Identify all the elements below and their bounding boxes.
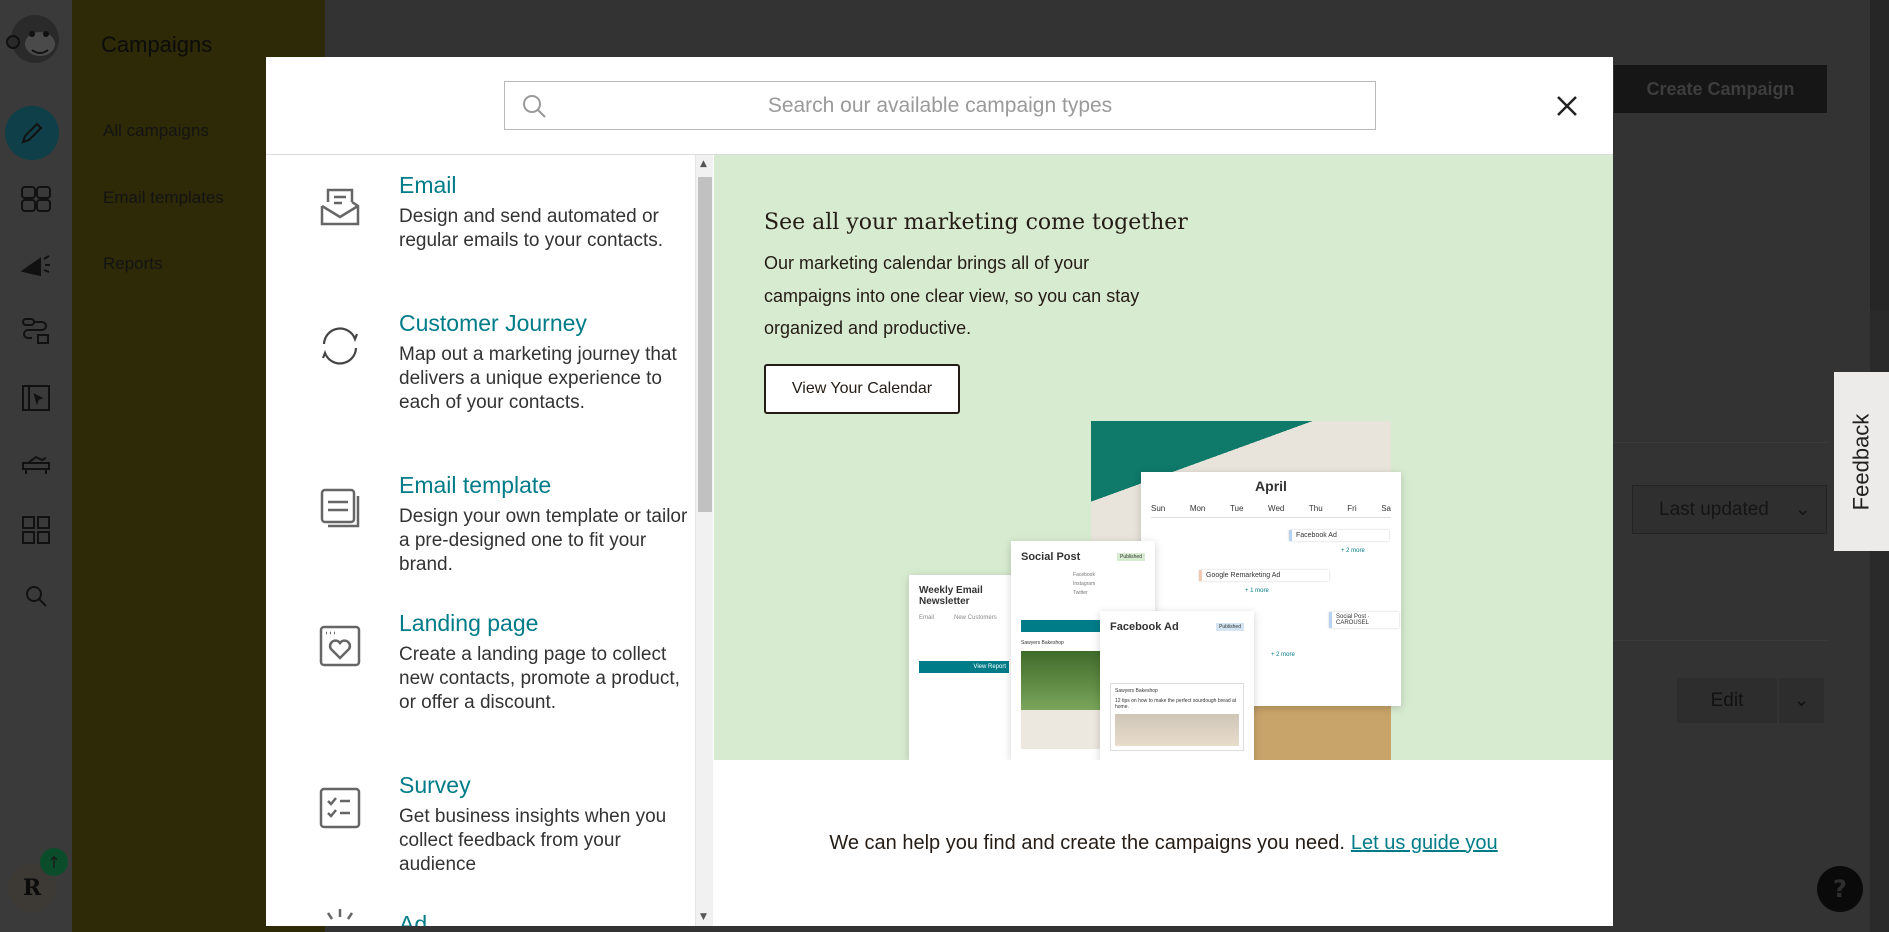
envelope-icon [320, 188, 360, 226]
card-button: View Report [919, 661, 1009, 673]
search-icon[interactable] [14, 574, 58, 618]
status-badge: Published [1216, 623, 1244, 631]
feedback-tab[interactable]: Feedback [1834, 372, 1889, 551]
campaign-type-modal: Email Design and send automated or regul… [266, 57, 1613, 926]
sort-select[interactable]: Last updated ⌄ [1632, 485, 1827, 534]
more-label: + 2 more [1271, 652, 1295, 658]
event: Google Remarketing Ad [1199, 570, 1329, 581]
feedback-label: Feedback [1848, 413, 1874, 510]
list-scrollbar-thumb[interactable] [698, 177, 712, 512]
calendar-promo: See all your marketing come together Our… [714, 155, 1613, 760]
card-text: 12 tips on how to make the perfect sourd… [1115, 698, 1237, 710]
pencil-icon[interactable] [5, 106, 59, 160]
card-title: Facebook Ad [1110, 621, 1179, 633]
card-audience: New Customers [954, 615, 997, 621]
network: Twitter [1073, 590, 1088, 596]
template-stack-icon [320, 488, 360, 528]
item-title: Email [399, 172, 457, 198]
more-label: + 2 more [1341, 548, 1365, 554]
content-studio-icon[interactable] [14, 442, 58, 486]
newsletter-card: Weekly Email Newsletter Email New Custome… [909, 575, 1019, 760]
view-calendar-button[interactable]: View Your Calendar [764, 364, 960, 414]
edit-button-group: Edit ⌄ [1677, 678, 1824, 723]
bread-photo [1115, 714, 1239, 746]
scroll-down-arrow-icon[interactable]: ▼ [700, 912, 707, 922]
mailchimp-logo[interactable] [4, 6, 66, 68]
item-title: Email template [399, 472, 552, 498]
refresh-cycle-icon [321, 327, 359, 365]
sidebar-item-email-templates[interactable]: Email templates [103, 188, 224, 208]
help-button[interactable]: ? [1817, 866, 1863, 912]
heart-page-icon [319, 625, 361, 667]
sparkle-icon [326, 909, 354, 920]
megaphone-icon[interactable] [14, 243, 58, 287]
divider [1613, 442, 1828, 443]
guide-prompt: We can help you find and create the camp… [714, 760, 1613, 926]
item-description: Map out a marketing journey that deliver… [399, 344, 677, 413]
item-title: Landing page [399, 610, 539, 636]
more-label: + 1 more [1245, 588, 1269, 594]
automations-icon[interactable] [14, 309, 58, 353]
item-title: Customer Journey [399, 310, 587, 336]
modal-header [266, 57, 1613, 155]
event: Facebook Ad [1289, 530, 1389, 541]
item-description: Create a landing page to collect new con… [399, 644, 680, 713]
guide-text: We can help you find and create the camp… [829, 831, 1345, 854]
facebook-ad-card: Facebook Ad Published Sawyers Bakeshop 12… [1100, 611, 1254, 760]
audience-icon[interactable] [14, 177, 58, 221]
event: Social Post · CAROUSEL [1329, 612, 1399, 628]
card-brand: Sawyers Bakeshop [1115, 688, 1158, 694]
card-title: Weekly Email Newsletter [919, 585, 983, 607]
search-input[interactable] [505, 82, 1375, 129]
search-icon [523, 95, 546, 118]
network: Facebook [1073, 572, 1095, 578]
upgrade-arrow-icon[interactable]: ↑ [40, 848, 68, 876]
scroll-up-arrow-icon[interactable]: ▲ [700, 159, 707, 169]
day: Thu [1308, 504, 1323, 513]
checklist-icon [319, 787, 361, 829]
day: Fri [1347, 504, 1357, 513]
sidebar-item-all-campaigns[interactable]: All campaigns [103, 121, 209, 141]
divider [1613, 640, 1828, 641]
page-scrollbar-thumb[interactable] [1870, 0, 1889, 310]
sort-label: Last updated [1659, 498, 1769, 520]
integrations-icon[interactable] [14, 508, 58, 552]
item-description: Design and send automated or regular ema… [399, 206, 664, 251]
item-description: Design your own template or tailor a pre… [399, 506, 688, 575]
promo-body: Our marketing calendar brings all of you… [764, 253, 1140, 338]
item-description: Get business insights when you collect f… [399, 806, 667, 875]
calendar-month: April [1255, 478, 1287, 494]
sidebar-title: Campaigns [101, 32, 213, 57]
nav-rail: R ↑ [0, 0, 72, 932]
website-icon[interactable] [14, 376, 58, 420]
create-campaign-button[interactable]: Create Campaign [1614, 65, 1827, 113]
calendar-days: Sun Mon Tue Wed Thu Fri Sa [1151, 504, 1391, 518]
day: Sa [1381, 504, 1391, 513]
campaign-type-list: Email Design and send automated or regul… [266, 155, 695, 926]
chevron-down-icon: ⌄ [1794, 499, 1811, 520]
card-title: Social Post [1021, 551, 1081, 563]
day: Wed [1268, 504, 1285, 513]
day: Mon [1189, 504, 1206, 513]
search-box [504, 81, 1376, 130]
edit-button[interactable]: Edit [1677, 678, 1777, 723]
item-title: Ad [399, 911, 428, 926]
close-icon[interactable] [1552, 91, 1582, 121]
day: Sun [1151, 504, 1166, 513]
edit-dropdown-chevron-icon[interactable]: ⌄ [1779, 678, 1824, 723]
card-type: Email [919, 615, 935, 621]
guide-link[interactable]: Let us guide you [1351, 832, 1498, 855]
list-scrollbar[interactable]: ▲ ▼ [695, 155, 713, 926]
sidebar-item-reports[interactable]: Reports [103, 254, 163, 274]
status-badge: Published [1117, 553, 1145, 561]
promo-heading: See all your marketing come together [764, 210, 1188, 235]
network: Instagram [1073, 581, 1096, 587]
day: Tue [1229, 504, 1244, 513]
item-title: Survey [399, 772, 471, 798]
